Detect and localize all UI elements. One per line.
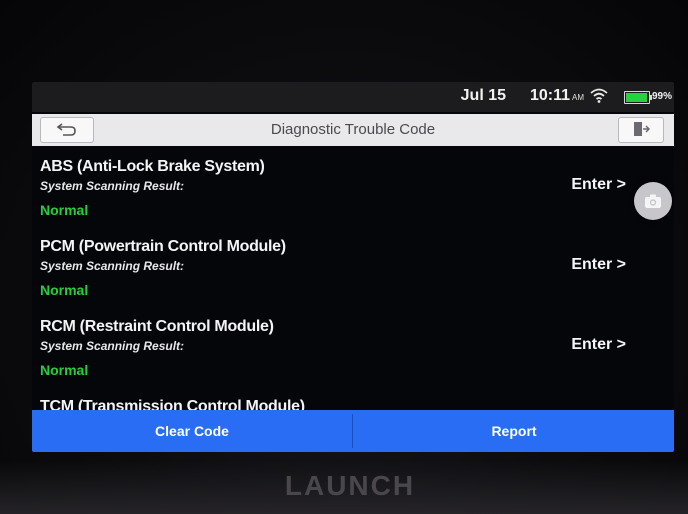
list-item-abs: ABS (Anti-Lock Brake System) System Scan…	[32, 152, 674, 232]
report-button[interactable]: Report	[354, 410, 674, 452]
list-item-pcm: PCM (Powertrain Control Module) System S…	[32, 232, 674, 312]
bottom-divider	[352, 414, 353, 448]
list-item-rcm: RCM (Restraint Control Module) System Sc…	[32, 312, 674, 392]
screenshot-camera-button[interactable]	[634, 182, 672, 220]
wifi-icon	[590, 87, 608, 105]
battery-icon	[624, 91, 652, 104]
battery-level	[626, 93, 647, 102]
page-title: Diagnostic Trouble Code	[270, 121, 436, 138]
scan-result: Normal	[40, 362, 89, 378]
status-ampm: AM	[572, 93, 584, 102]
enter-button-pcm[interactable]: Enter >	[571, 256, 626, 274]
enter-button-abs[interactable]: Enter >	[571, 176, 626, 194]
scan-label: System Scanning Result:	[40, 259, 185, 273]
module-name: PCM (Powertrain Control Module)	[40, 238, 286, 255]
device-brand-logo: LAUNCH	[284, 470, 416, 501]
scan-result: Normal	[40, 282, 89, 298]
status-date: Jul 15	[460, 87, 506, 104]
enter-button-rcm[interactable]: Enter >	[571, 336, 626, 354]
exit-door-icon	[634, 122, 650, 136]
title-bar: Diagnostic Trouble Code	[32, 114, 674, 146]
device-screen: Jul 15 10:11 AM 99% Diagnostic Trouble C…	[32, 82, 674, 452]
scan-label: System Scanning Result:	[40, 339, 185, 353]
status-bar: Jul 15 10:11 AM 99%	[32, 82, 674, 112]
scan-result: Normal	[40, 202, 89, 218]
camera-icon	[645, 194, 661, 208]
module-list: ABS (Anti-Lock Brake System) System Scan…	[32, 152, 674, 414]
module-name: ABS (Anti-Lock Brake System)	[40, 158, 265, 175]
battery-percent: 99%	[651, 91, 672, 102]
module-name: RCM (Restraint Control Module)	[40, 318, 274, 335]
status-time: 10:11	[529, 87, 570, 104]
clear-code-button[interactable]: Clear Code	[32, 410, 352, 452]
scan-label: System Scanning Result:	[40, 179, 185, 193]
bottom-action-bar: Clear Code Report	[32, 410, 674, 452]
exit-button[interactable]	[618, 117, 664, 143]
